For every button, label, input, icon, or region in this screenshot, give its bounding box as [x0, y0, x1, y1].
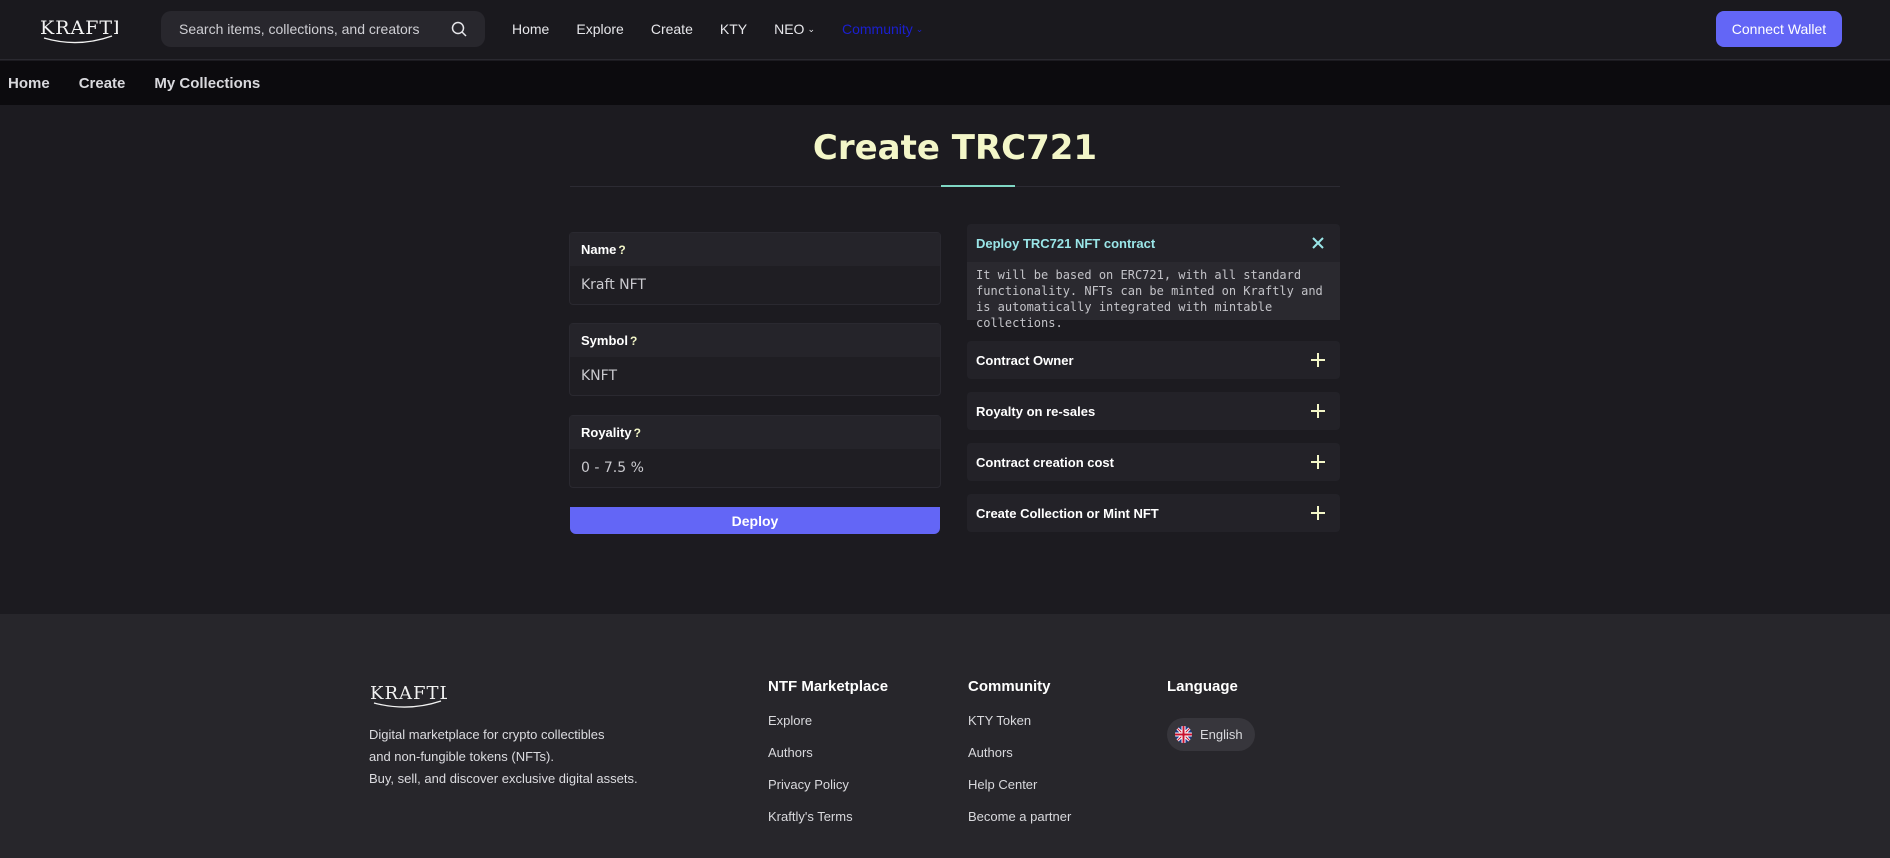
svg-text:KRAFTLY: KRAFTLY — [40, 17, 118, 39]
nav-community[interactable]: Community ⌄ — [842, 21, 923, 37]
name-field: Name ? — [569, 232, 941, 305]
nav-neo[interactable]: NEO ⌄ — [774, 21, 815, 37]
royalty-field-header: Royality ? — [570, 416, 940, 449]
plus-icon[interactable] — [1310, 454, 1326, 470]
uk-flag-icon — [1175, 726, 1192, 743]
accordion-title: Contract creation cost — [976, 454, 1114, 470]
accordion-deploy-info: Deploy TRC721 NFT contract It will be ba… — [967, 224, 1340, 330]
sub-navbar: Home Create My Collections — [0, 61, 1890, 105]
plus-icon[interactable] — [1310, 352, 1326, 368]
accordion-header-create-collection[interactable]: Create Collection or Mint NFT — [967, 494, 1340, 532]
footer-desc-line: Digital marketplace for crypto collectib… — [369, 727, 605, 742]
symbol-field: Symbol ? — [569, 323, 941, 396]
footer-description: Digital marketplace for crypto collectib… — [369, 724, 669, 790]
footer-logo[interactable]: KRAFTLY — [369, 680, 463, 710]
subnav-create[interactable]: Create — [79, 75, 126, 92]
nav-home[interactable]: Home — [512, 21, 549, 37]
nav-create[interactable]: Create — [651, 21, 693, 37]
footer-link-terms[interactable]: Kraftly's Terms — [768, 801, 888, 833]
footer-column-title: NTF Marketplace — [768, 678, 889, 695]
footer-link-privacy[interactable]: Privacy Policy — [768, 769, 888, 801]
accordion-body: It will be based on ERC721, with all sta… — [967, 262, 1340, 330]
footer-link-explore[interactable]: Explore — [768, 705, 888, 737]
footer-link-authors[interactable]: Authors — [968, 737, 1071, 769]
nav-kty[interactable]: KTY — [720, 21, 747, 37]
chevron-down-icon: ⌄ — [807, 23, 815, 34]
chevron-down-icon: ⌄ — [915, 23, 924, 34]
plus-icon[interactable] — [1310, 505, 1326, 521]
footer: KRAFTLY Digital marketplace for crypto c… — [0, 614, 1890, 858]
help-icon[interactable]: ? — [634, 427, 645, 439]
search-icon[interactable] — [451, 21, 467, 37]
footer-link-authors[interactable]: Authors — [768, 737, 888, 769]
accordion-title: Deploy TRC721 NFT contract — [976, 235, 1156, 251]
name-label: Name — [581, 242, 617, 257]
title-accent-line — [941, 185, 1015, 187]
royalty-input[interactable] — [570, 449, 940, 487]
accordion-contract-owner: Contract Owner — [967, 341, 1340, 379]
accordion-royalty-resales: Royalty on re-sales — [967, 392, 1340, 430]
accordion-header-royalty[interactable]: Royalty on re-sales — [967, 392, 1340, 430]
page-title: Create TRC721 — [812, 128, 1098, 168]
symbol-field-header: Symbol ? — [570, 324, 940, 357]
subnav-home[interactable]: Home — [8, 75, 50, 92]
footer-community-column: Community KTY Token Authors Help Center … — [968, 678, 1071, 833]
footer-desc-line: Buy, sell, and discover exclusive digita… — [369, 771, 638, 786]
svg-text:KRAFTLY: KRAFTLY — [370, 683, 447, 704]
footer-language-column: Language — [1167, 678, 1238, 705]
accordion-title: Contract Owner — [976, 352, 1074, 368]
accordion-title: Create Collection or Mint NFT — [976, 505, 1159, 521]
accordion-header-deploy[interactable]: Deploy TRC721 NFT contract — [967, 224, 1340, 262]
footer-desc-line: and non-fungible tokens (NFTs). — [369, 749, 554, 764]
help-icon[interactable]: ? — [630, 335, 641, 347]
footer-link-kty-token[interactable]: KTY Token — [968, 705, 1071, 737]
nav-explore[interactable]: Explore — [576, 21, 623, 37]
kraftly-logo[interactable]: KRAFTLY — [38, 14, 118, 46]
accordion-create-collection: Create Collection or Mint NFT — [967, 494, 1340, 532]
royalty-field: Royality ? — [569, 415, 941, 488]
symbol-input[interactable] — [570, 357, 940, 395]
nav-neo-label: NEO — [774, 21, 805, 37]
search-bar[interactable] — [161, 11, 485, 47]
accordion-title: Royalty on re-sales — [976, 403, 1096, 419]
footer-column-title: Community — [968, 678, 1051, 695]
plus-icon[interactable] — [1310, 403, 1326, 419]
royalty-label: Royality — [581, 425, 632, 440]
language-selector[interactable]: English — [1167, 718, 1255, 751]
footer-link-help-center[interactable]: Help Center — [968, 769, 1071, 801]
footer-link-partner[interactable]: Become a partner — [968, 801, 1071, 833]
connect-wallet-button[interactable]: Connect Wallet — [1716, 11, 1842, 47]
accordion-header-contract-owner[interactable]: Contract Owner — [967, 341, 1340, 379]
accordion-creation-cost: Contract creation cost — [967, 443, 1340, 481]
top-navbar: KRAFTLY Home Explore Create KTY NEO⌄ Com… — [0, 0, 1890, 60]
symbol-label: Symbol — [581, 333, 628, 348]
name-input[interactable] — [570, 266, 940, 304]
accordion-header-creation-cost[interactable]: Contract creation cost — [967, 443, 1340, 481]
name-field-header: Name ? — [570, 233, 940, 266]
help-icon[interactable]: ? — [618, 244, 629, 256]
subnav-my-collections[interactable]: My Collections — [154, 75, 260, 92]
search-input[interactable] — [179, 11, 439, 47]
deploy-button[interactable]: Deploy — [570, 507, 940, 534]
close-icon[interactable] — [1310, 235, 1326, 251]
nav-community-label: Community — [841, 21, 913, 37]
footer-marketplace-column: NTF Marketplace Explore Authors Privacy … — [768, 678, 888, 833]
language-label: English — [1200, 727, 1243, 742]
main-nav: Home Explore Create KTY NEO ⌄ Community ⌄ — [512, 0, 950, 58]
footer-column-title: Language — [1167, 678, 1238, 695]
